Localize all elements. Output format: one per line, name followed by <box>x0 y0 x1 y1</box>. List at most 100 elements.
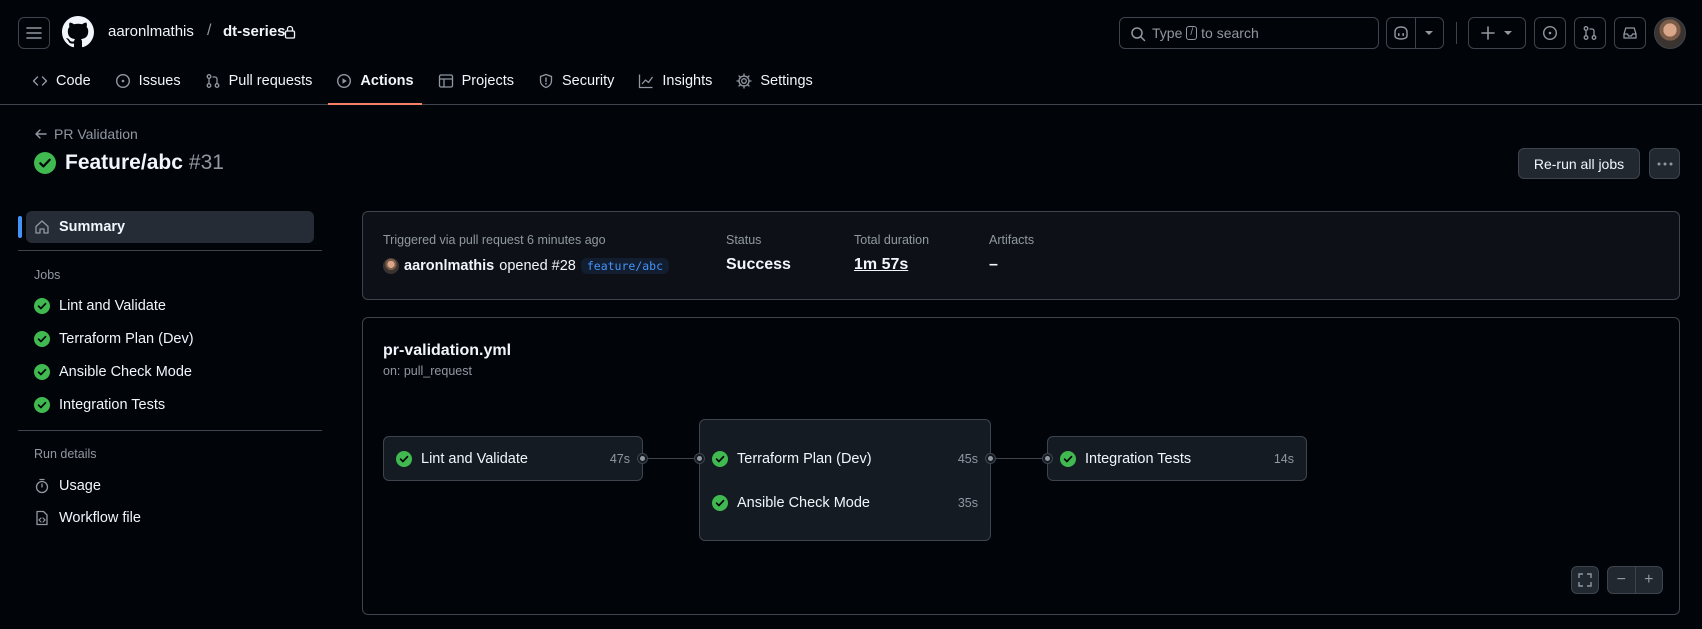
more-options-button[interactable] <box>1649 148 1680 179</box>
sidebar-item-label: Summary <box>59 219 126 235</box>
sidebar-divider <box>18 430 322 431</box>
check-circle-fill-icon <box>1060 451 1076 467</box>
tab-label: Code <box>56 73 91 89</box>
search-input[interactable]: Type / to search <box>1119 17 1379 49</box>
sidebar-job-lint-and-validate[interactable]: Lint and Validate <box>34 298 166 314</box>
run-summary-panel: Triggered via pull request 6 minutes ago… <box>362 211 1680 300</box>
screen-full-icon <box>1578 573 1592 587</box>
copilot-button-group <box>1386 17 1444 49</box>
create-new-button[interactable] <box>1468 17 1526 49</box>
check-circle-fill-icon <box>34 397 50 413</box>
arrow-left-icon <box>35 129 47 139</box>
lock-icon <box>284 25 296 39</box>
graph-job-duration: 47s <box>609 452 630 466</box>
tab-label: Issues <box>138 73 181 89</box>
play-icon <box>337 73 352 89</box>
top-navigation: aaronlmathis / dt-series Type / to searc… <box>0 0 1702 105</box>
back-to-workflow-link[interactable]: PR Validation <box>34 126 138 142</box>
search-shortcut-key: / <box>1186 26 1198 40</box>
graph-job-ansible-check-mode[interactable]: Ansible Check Mode 35s <box>712 491 978 515</box>
tab-pull-requests[interactable]: Pull requests <box>197 68 321 94</box>
sidebar-item-summary[interactable]: Summary <box>18 211 314 243</box>
status-value: Success <box>726 256 791 273</box>
pull-requests-button[interactable] <box>1574 17 1606 49</box>
check-circle-fill-icon <box>34 298 50 314</box>
tab-security[interactable]: Security <box>530 68 622 94</box>
tab-insights[interactable]: Insights <box>630 68 720 94</box>
zoom-controls: − + <box>1607 566 1663 594</box>
duration-value[interactable]: 1m 57s <box>854 256 908 274</box>
sidebar-item-usage[interactable]: Usage <box>34 478 101 494</box>
search-placeholder: Type / to search <box>1152 25 1259 41</box>
triggered-label: Triggered via pull request 6 minutes ago <box>383 233 606 247</box>
search-icon <box>1131 27 1146 42</box>
graph-port-dot <box>695 454 704 463</box>
git-pull-request-icon <box>206 74 220 88</box>
header-divider <box>1456 22 1457 44</box>
graph-job-row: Lint and Validate 47s <box>396 447 630 471</box>
back-link-label: PR Validation <box>54 126 138 142</box>
tab-label: Pull requests <box>228 73 313 89</box>
tab-label: Settings <box>760 73 813 89</box>
triangle-down-icon <box>1504 31 1512 35</box>
sidebar-job-label: Ansible Check Mode <box>59 364 192 380</box>
menu-button[interactable] <box>18 17 50 49</box>
sidebar-job-terraform-plan[interactable]: Terraform Plan (Dev) <box>34 331 194 347</box>
copilot-button[interactable] <box>1387 18 1415 48</box>
zoom-out-button[interactable]: − <box>1608 567 1635 593</box>
graph-connector <box>642 458 702 459</box>
tab-label: Security <box>561 73 615 89</box>
sidebar-job-integration-tests[interactable]: Integration Tests <box>34 397 165 413</box>
workflow-trigger: on: pull_request <box>383 364 472 378</box>
tab-settings[interactable]: Settings <box>728 68 820 94</box>
jobs-heading: Jobs <box>34 268 61 282</box>
repo-tabs: Code Issues Pull requests Actions Projec… <box>24 68 829 105</box>
sidebar-job-label: Integration Tests <box>59 397 166 413</box>
github-logo-icon[interactable] <box>62 16 94 48</box>
sidebar-job-label: Terraform Plan (Dev) <box>59 331 194 347</box>
graph-job-duration: 35s <box>957 496 978 510</box>
graph-job-label: Lint and Validate <box>421 451 528 467</box>
run-details-heading: Run details <box>34 447 97 461</box>
graph-job-integration-tests[interactable]: Integration Tests 14s <box>1047 436 1307 481</box>
search-prefix-text: Type <box>1152 25 1183 41</box>
fullscreen-button[interactable] <box>1571 566 1599 594</box>
page-title: Feature/abc #31 <box>34 151 224 175</box>
graph-job-label: Terraform Plan (Dev) <box>737 451 872 467</box>
tab-label: Projects <box>461 73 514 89</box>
issues-button[interactable] <box>1534 17 1566 49</box>
tab-actions[interactable]: Actions <box>328 68 422 105</box>
rerun-all-jobs-button[interactable]: Re-run all jobs <box>1518 148 1640 179</box>
table-icon <box>438 74 453 88</box>
branch-badge[interactable]: feature/abc <box>580 258 670 274</box>
graph-job-terraform-plan[interactable]: Terraform Plan (Dev) 45s <box>712 447 978 471</box>
tab-issues[interactable]: Issues <box>107 68 189 94</box>
duration-label: Total duration <box>854 233 930 247</box>
inbox-button[interactable] <box>1614 17 1646 49</box>
copilot-dropdown-button[interactable] <box>1414 18 1444 48</box>
check-circle-fill-icon <box>712 451 728 467</box>
file-code-icon <box>36 510 48 526</box>
workflow-file-name: pr-validation.yml <box>383 342 512 359</box>
graph-job-lint-and-validate[interactable]: Lint and Validate 47s <box>383 436 643 481</box>
user-avatar[interactable] <box>1654 17 1686 49</box>
tab-code[interactable]: Code <box>24 68 99 94</box>
sidebar-item-label: Workflow file <box>59 510 141 526</box>
stopwatch-icon <box>35 478 49 494</box>
breadcrumb-repo[interactable]: dt-series <box>223 23 286 40</box>
zoom-in-button[interactable]: + <box>1634 567 1663 593</box>
hamburger-icon <box>26 27 42 39</box>
home-icon <box>35 220 49 234</box>
sidebar-item-workflow-file[interactable]: Workflow file <box>34 510 141 526</box>
pr-reference[interactable]: opened #28 <box>499 258 576 274</box>
breadcrumb-owner[interactable]: aaronlmathis <box>108 23 194 40</box>
tab-projects[interactable]: Projects <box>430 68 522 94</box>
issue-opened-icon <box>115 73 130 89</box>
graph-job-group: Terraform Plan (Dev) 45s Ansible Check M… <box>699 419 991 541</box>
gear-icon <box>736 73 753 89</box>
graph-job-row: Integration Tests 14s <box>1060 447 1294 471</box>
inbox-icon <box>1623 27 1637 39</box>
actor-name[interactable]: aaronlmathis <box>404 258 494 274</box>
check-circle-fill-icon <box>34 364 50 380</box>
sidebar-job-ansible-check-mode[interactable]: Ansible Check Mode <box>34 364 192 380</box>
